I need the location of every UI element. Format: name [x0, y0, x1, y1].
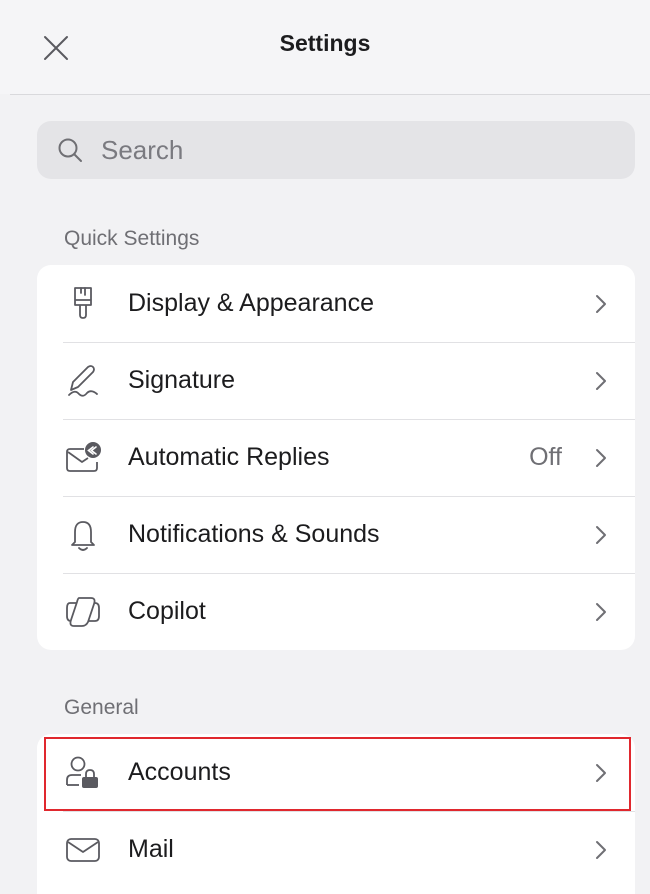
search-input[interactable]: Search [101, 135, 183, 166]
account-lock-icon [63, 753, 103, 793]
chevron-right-icon [593, 370, 609, 392]
section-label-general: General [64, 696, 139, 719]
row-label: Automatic Replies [128, 443, 330, 471]
chevron-right-icon [593, 524, 609, 546]
page-title: Settings [279, 30, 371, 56]
search-field[interactable]: Search [37, 121, 635, 179]
quick-settings-group: Display & Appearance Signature Automatic… [37, 265, 635, 650]
chevron-right-icon [593, 839, 609, 861]
settings-row-notifications-sounds[interactable]: Notifications & Sounds [37, 496, 635, 573]
row-label: Accounts [128, 758, 231, 786]
settings-row-copilot[interactable]: Copilot [37, 573, 635, 650]
row-label: Notifications & Sounds [128, 520, 380, 548]
chevron-right-icon [593, 293, 609, 315]
search-icon [57, 137, 83, 163]
automatic-replies-status: Off [529, 443, 562, 471]
header-divider [10, 94, 650, 95]
settings-row-display-appearance[interactable]: Display & Appearance [37, 265, 635, 342]
brush-icon [63, 284, 103, 324]
copilot-icon [63, 592, 103, 632]
row-label: Signature [128, 366, 236, 394]
section-label-quick-settings: Quick Settings [64, 227, 200, 250]
settings-row-accounts[interactable]: Accounts [37, 734, 635, 811]
chevron-right-icon [593, 601, 609, 623]
settings-row-signature[interactable]: Signature [37, 342, 635, 419]
row-label: Mail [128, 835, 174, 863]
automatic-reply-icon [63, 438, 103, 478]
row-label: Display & Appearance [128, 289, 374, 317]
mail-icon [63, 830, 103, 870]
chevron-right-icon [593, 762, 609, 784]
general-group: Accounts Mail [37, 734, 635, 894]
settings-row-automatic-replies[interactable]: Automatic Replies Off [37, 419, 635, 496]
chevron-right-icon [593, 447, 609, 469]
signature-icon [63, 361, 103, 401]
settings-row-mail[interactable]: Mail [37, 811, 635, 888]
header: Settings [0, 0, 650, 94]
bell-icon [63, 515, 103, 555]
row-label: Copilot [128, 597, 206, 625]
